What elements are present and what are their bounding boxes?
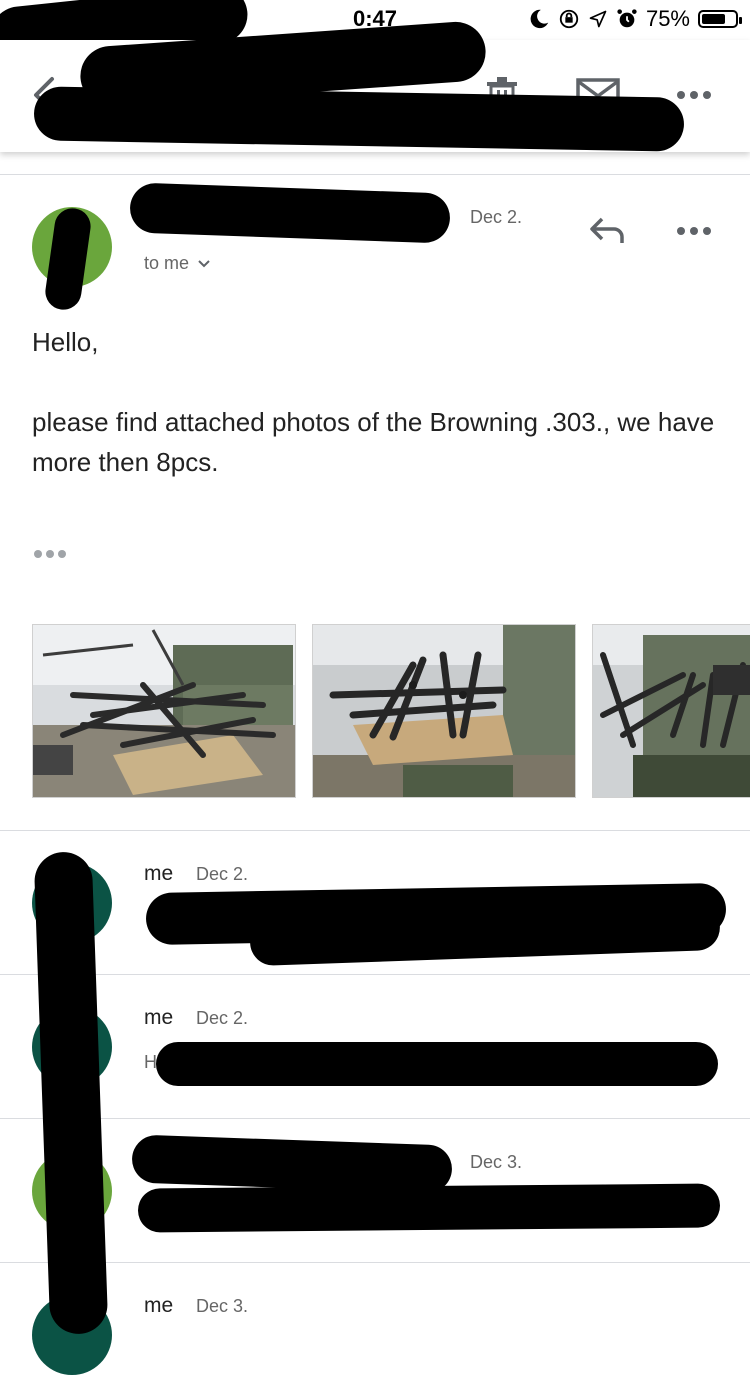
divider: [0, 174, 750, 175]
message-date: Dec 3.: [470, 1152, 523, 1172]
redaction: [33, 86, 685, 152]
reply-icon: [590, 217, 624, 243]
attachment-thumbnail[interactable]: [592, 624, 750, 798]
redaction: [129, 182, 451, 244]
rotation-lock-icon: [559, 9, 579, 29]
battery-level: [702, 14, 725, 24]
sender-name: me: [144, 1006, 174, 1029]
attachment-thumbnail[interactable]: [312, 624, 576, 798]
message-date: Dec 2.: [470, 207, 523, 227]
sender-name: me: [144, 1294, 174, 1317]
reply-button[interactable]: [584, 210, 630, 250]
divider: [0, 830, 750, 831]
attachment-image: [33, 625, 295, 797]
chevron-down-icon: [198, 259, 210, 267]
attachment-thumbnail[interactable]: [32, 624, 296, 798]
battery-icon: [698, 10, 742, 28]
divider: [0, 1118, 750, 1119]
more-horizontal-icon: [677, 227, 711, 235]
attachment-image: [313, 625, 575, 797]
recipient-label: to me: [144, 253, 190, 273]
location-icon: [589, 10, 607, 28]
attachment-image: [593, 625, 750, 797]
redaction: [137, 1183, 721, 1233]
alarm-icon: [617, 9, 637, 28]
message-date: Dec 2.: [196, 1008, 249, 1028]
message-greeting: Hello,: [32, 327, 99, 357]
redaction: [131, 1134, 453, 1194]
divider: [0, 974, 750, 975]
divider: [0, 1262, 750, 1263]
moon-icon: [530, 9, 549, 29]
recipient-toggle[interactable]: to me: [144, 253, 211, 274]
sender-name: me: [144, 862, 174, 885]
more-horizontal-icon: [677, 91, 711, 99]
message-more-button[interactable]: [668, 216, 720, 246]
redaction: [156, 1042, 718, 1086]
message-date: Dec 2.: [196, 864, 249, 884]
message-body: please find attached photos of the Brown…: [32, 407, 715, 477]
message-date: Dec 3.: [196, 1296, 249, 1316]
battery-percent: 75%: [645, 6, 690, 31]
status-icons: 75%: [528, 6, 742, 32]
show-trimmed-content-button[interactable]: [34, 550, 66, 558]
